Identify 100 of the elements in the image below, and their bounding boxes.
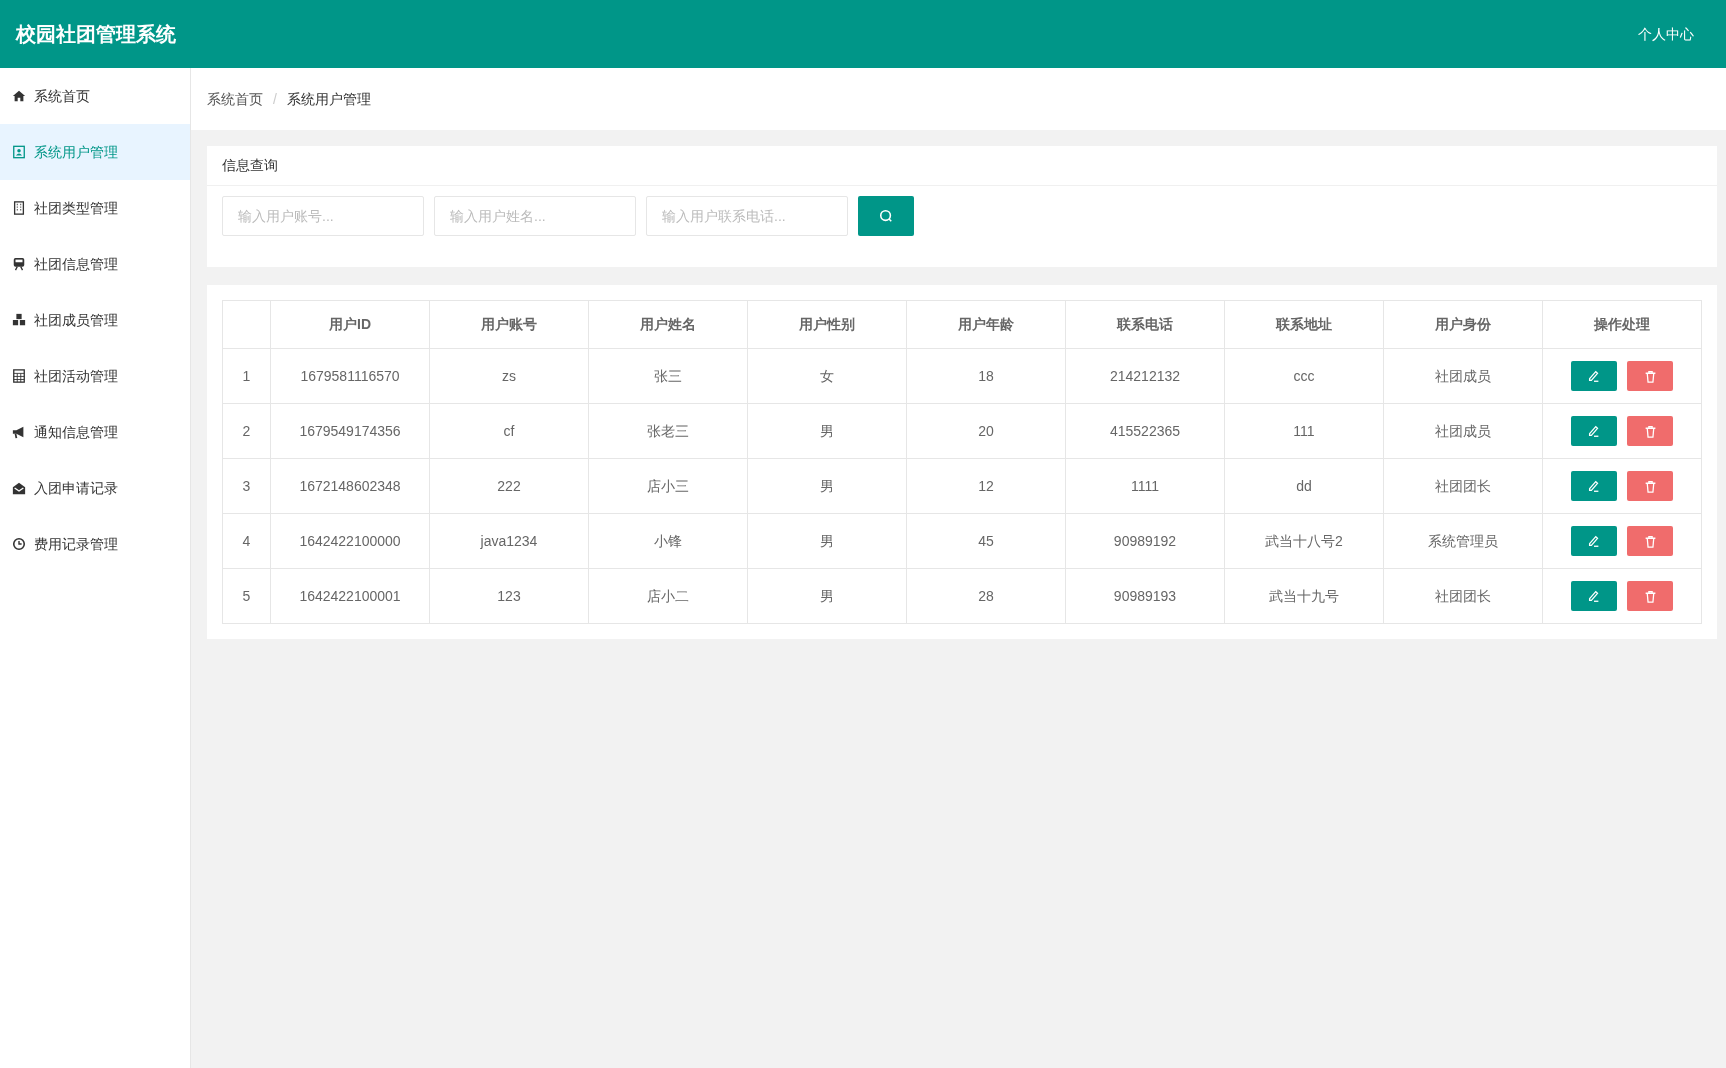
trash-icon	[1643, 589, 1657, 603]
table-cell: 社团团长	[1383, 568, 1543, 624]
breadcrumb-link[interactable]: 系统首页	[207, 88, 263, 110]
table-cell: 1642422100000	[270, 513, 430, 569]
table-cell: 武当十九号	[1224, 568, 1384, 624]
table-cell: java1234	[429, 513, 589, 569]
sidebar-item[interactable]: 社团类型管理	[0, 180, 190, 236]
table-cell: 张老三	[588, 403, 748, 459]
breadcrumb-current: 系统用户管理	[286, 89, 371, 109]
card-title: 信息查询	[222, 156, 278, 175]
clock-icon	[12, 537, 26, 551]
table-cell: 店小三	[588, 458, 748, 514]
table-cell: 1111	[1065, 458, 1225, 514]
column-header: 联系电话	[1065, 300, 1225, 349]
sidebar-item[interactable]: 费用记录管理	[0, 516, 190, 572]
column-header: 用户账号	[429, 300, 589, 349]
home-icon	[12, 89, 26, 103]
table-cell: 武当十八号2	[1224, 513, 1384, 569]
table-cell: 214212132	[1065, 348, 1225, 404]
building-icon	[12, 201, 26, 215]
table-cell: zs	[429, 348, 589, 404]
table-cell: 28	[906, 568, 1066, 624]
sidebar-item[interactable]: 社团成员管理	[0, 292, 190, 348]
column-header: 操作处理	[1542, 300, 1702, 349]
table-cell: cf	[429, 403, 589, 459]
column-header: 用户性别	[747, 300, 907, 349]
sidebar-item[interactable]: 社团信息管理	[0, 236, 190, 292]
table-cell: 店小二	[588, 568, 748, 624]
table-cell: 1642422100001	[270, 568, 430, 624]
column-header: 联系地址	[1224, 300, 1384, 349]
table-cell: ccc	[1224, 348, 1384, 404]
sidebar-item[interactable]: 入团申请记录	[0, 460, 190, 516]
sidebar-item[interactable]: 社团活动管理	[0, 348, 190, 404]
row-number: 2	[222, 403, 271, 459]
pencil-icon	[1587, 369, 1601, 383]
cubes-icon	[12, 313, 26, 327]
search-field[interactable]: 输入用户账号...	[222, 196, 424, 236]
breadcrumb-separator: /	[273, 89, 277, 109]
table-cell: 12	[906, 458, 1066, 514]
table-cell: 社团成员	[1383, 403, 1543, 459]
table-cell: 系统管理员	[1383, 513, 1543, 569]
user-card-icon	[12, 145, 26, 159]
app-title: 校园社团管理系统	[16, 22, 176, 47]
table-cell: 小锋	[588, 513, 748, 569]
row-number: 3	[222, 458, 271, 514]
delete-button[interactable]	[1627, 416, 1673, 446]
delete-button[interactable]	[1627, 581, 1673, 611]
table-cell: 女	[747, 348, 907, 404]
sidebar-item[interactable]: 系统首页	[0, 68, 190, 124]
search-field[interactable]: 输入用户联系电话...	[646, 196, 848, 236]
edit-button[interactable]	[1571, 471, 1617, 501]
column-header: 用户身份	[1383, 300, 1543, 349]
table-cell: 男	[747, 568, 907, 624]
table-cell: 张三	[588, 348, 748, 404]
edit-button[interactable]	[1571, 416, 1617, 446]
table-cell: 男	[747, 458, 907, 514]
edit-button[interactable]	[1571, 581, 1617, 611]
delete-button[interactable]	[1627, 471, 1673, 501]
row-number: 4	[222, 513, 271, 569]
column-header: 用户ID	[270, 300, 430, 349]
table-cell: 111	[1224, 403, 1384, 459]
pencil-icon	[1587, 479, 1601, 493]
table-cell: 90989193	[1065, 568, 1225, 624]
row-number: 5	[222, 568, 271, 624]
trash-icon	[1643, 534, 1657, 548]
trash-icon	[1643, 369, 1657, 383]
pencil-icon	[1587, 589, 1601, 603]
table-cell: dd	[1224, 458, 1384, 514]
table-cell: 男	[747, 513, 907, 569]
table-cell: 415522365	[1065, 403, 1225, 459]
table-cell: 1672148602348	[270, 458, 430, 514]
calculator-icon	[12, 369, 26, 383]
trash-icon	[1643, 479, 1657, 493]
table-cell: 1679581116570	[270, 348, 430, 404]
search-button[interactable]	[858, 196, 914, 236]
row-number: 1	[222, 348, 271, 404]
table-cell: 社团成员	[1383, 348, 1543, 404]
table-cell: 18	[906, 348, 1066, 404]
table-cell: 123	[429, 568, 589, 624]
table-cell: 1679549174356	[270, 403, 430, 459]
megaphone-icon	[12, 425, 26, 439]
pencil-icon	[1587, 534, 1601, 548]
train-icon	[12, 257, 26, 271]
edit-button[interactable]	[1571, 526, 1617, 556]
trash-icon	[1643, 424, 1657, 438]
column-header: 用户姓名	[588, 300, 748, 349]
pencil-icon	[1587, 424, 1601, 438]
delete-button[interactable]	[1627, 361, 1673, 391]
search-field[interactable]: 输入用户姓名...	[434, 196, 636, 236]
delete-button[interactable]	[1627, 526, 1673, 556]
sidebar-item[interactable]: 通知信息管理	[0, 404, 190, 460]
table-cell: 90989192	[1065, 513, 1225, 569]
table-cell: 222	[429, 458, 589, 514]
user-center-link[interactable]: 个人中心	[1638, 23, 1694, 45]
edit-button[interactable]	[1571, 361, 1617, 391]
envelope-open-icon	[12, 481, 26, 495]
table-cell: 45	[906, 513, 1066, 569]
column-header: 用户年龄	[906, 300, 1066, 349]
table-cell: 社团团长	[1383, 458, 1543, 514]
search-icon	[879, 209, 893, 223]
